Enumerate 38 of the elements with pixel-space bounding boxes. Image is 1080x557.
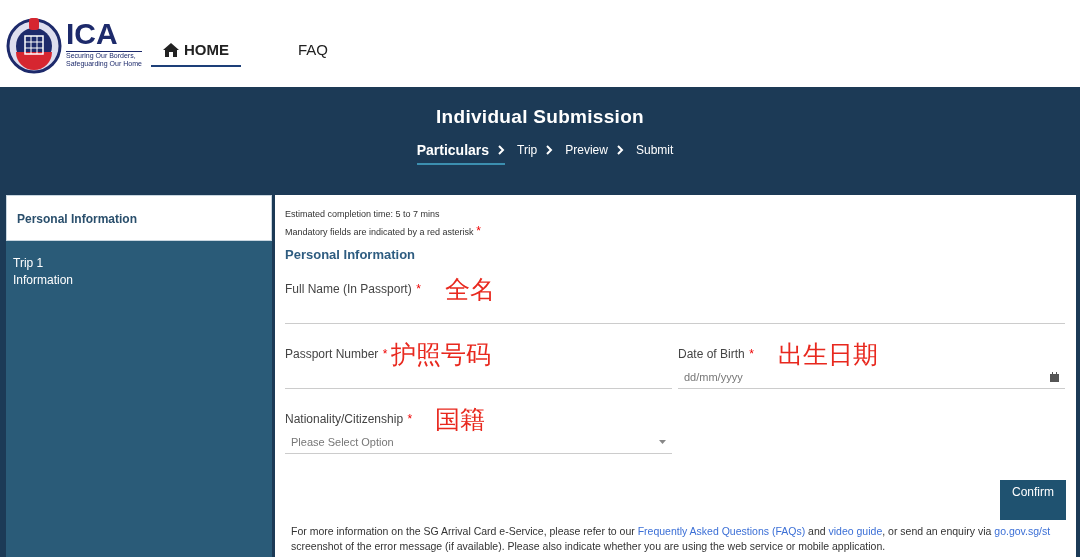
nav-link[interactable]: FAQ (283, 34, 343, 67)
required-mark: * (476, 224, 481, 238)
logo-text: ICA (66, 18, 142, 52)
footer-text: For more information on the SG Arrival Card e-Service, please refer to our Frequently Asked Questions (FAQs) and video guide, or send an enquiry via go.gov.sg/st screenshot of the error message (if available). Please also indicate whether you are using the web service or mobile application. (291, 524, 1052, 554)
chevron-right-icon (616, 145, 624, 155)
confirm-button[interactable]: Confirm (1000, 480, 1066, 520)
placeholder-text: Please Select Option (291, 436, 394, 448)
date-field[interactable]: Date of Birth * 出生日期 dd/mm/yyyy (678, 344, 1065, 389)
dropdown-arrow-icon (659, 440, 666, 444)
info-note: Mandatory fields are indicated by a red asterisk (285, 227, 474, 237)
info-note: Estimated completion time: 5 to 7 mins (285, 209, 440, 219)
footer-link[interactable]: go.gov.sg/st (994, 525, 1051, 537)
calendar-icon (1050, 372, 1059, 382)
field-label: Date of Birth (678, 347, 745, 361)
required-mark: * (382, 347, 388, 361)
chevron-right-icon (498, 145, 506, 155)
footer-link[interactable]: Frequently Asked Questions (FAQs) (637, 525, 806, 537)
placeholder-text: dd/mm/yyyy (684, 371, 743, 383)
field-label: Full Name (In Passport) (285, 282, 412, 296)
field-label: Passport Number (285, 347, 379, 361)
step-tab[interactable]: Preview (565, 142, 624, 165)
nav-link[interactable]: HOME (151, 34, 241, 67)
required-mark: * (416, 282, 421, 296)
sidebar-item[interactable]: Trip 1 Information (6, 241, 272, 303)
sidebar-item[interactable]: Personal Information (6, 195, 272, 241)
step-tab[interactable]: Submit (635, 142, 674, 165)
required-mark: * (407, 412, 413, 426)
section-title: Personal Information (285, 247, 417, 262)
home-icon (163, 42, 179, 57)
select-field[interactable]: Nationality/Citizenship * 国籍 Please Select Option (285, 409, 672, 454)
field-label: Nationality/Citizenship (285, 412, 404, 426)
input-field[interactable]: Full Name (In Passport) * 全名 (285, 279, 1065, 324)
page-title: Individual Submission (436, 106, 644, 128)
chevron-right-icon (546, 145, 554, 155)
input-field[interactable]: Passport Number *护照号码 (285, 344, 672, 389)
required-mark: * (749, 347, 754, 361)
step-tab[interactable]: Particulars (416, 142, 506, 165)
step-tab[interactable]: Trip (517, 142, 554, 165)
